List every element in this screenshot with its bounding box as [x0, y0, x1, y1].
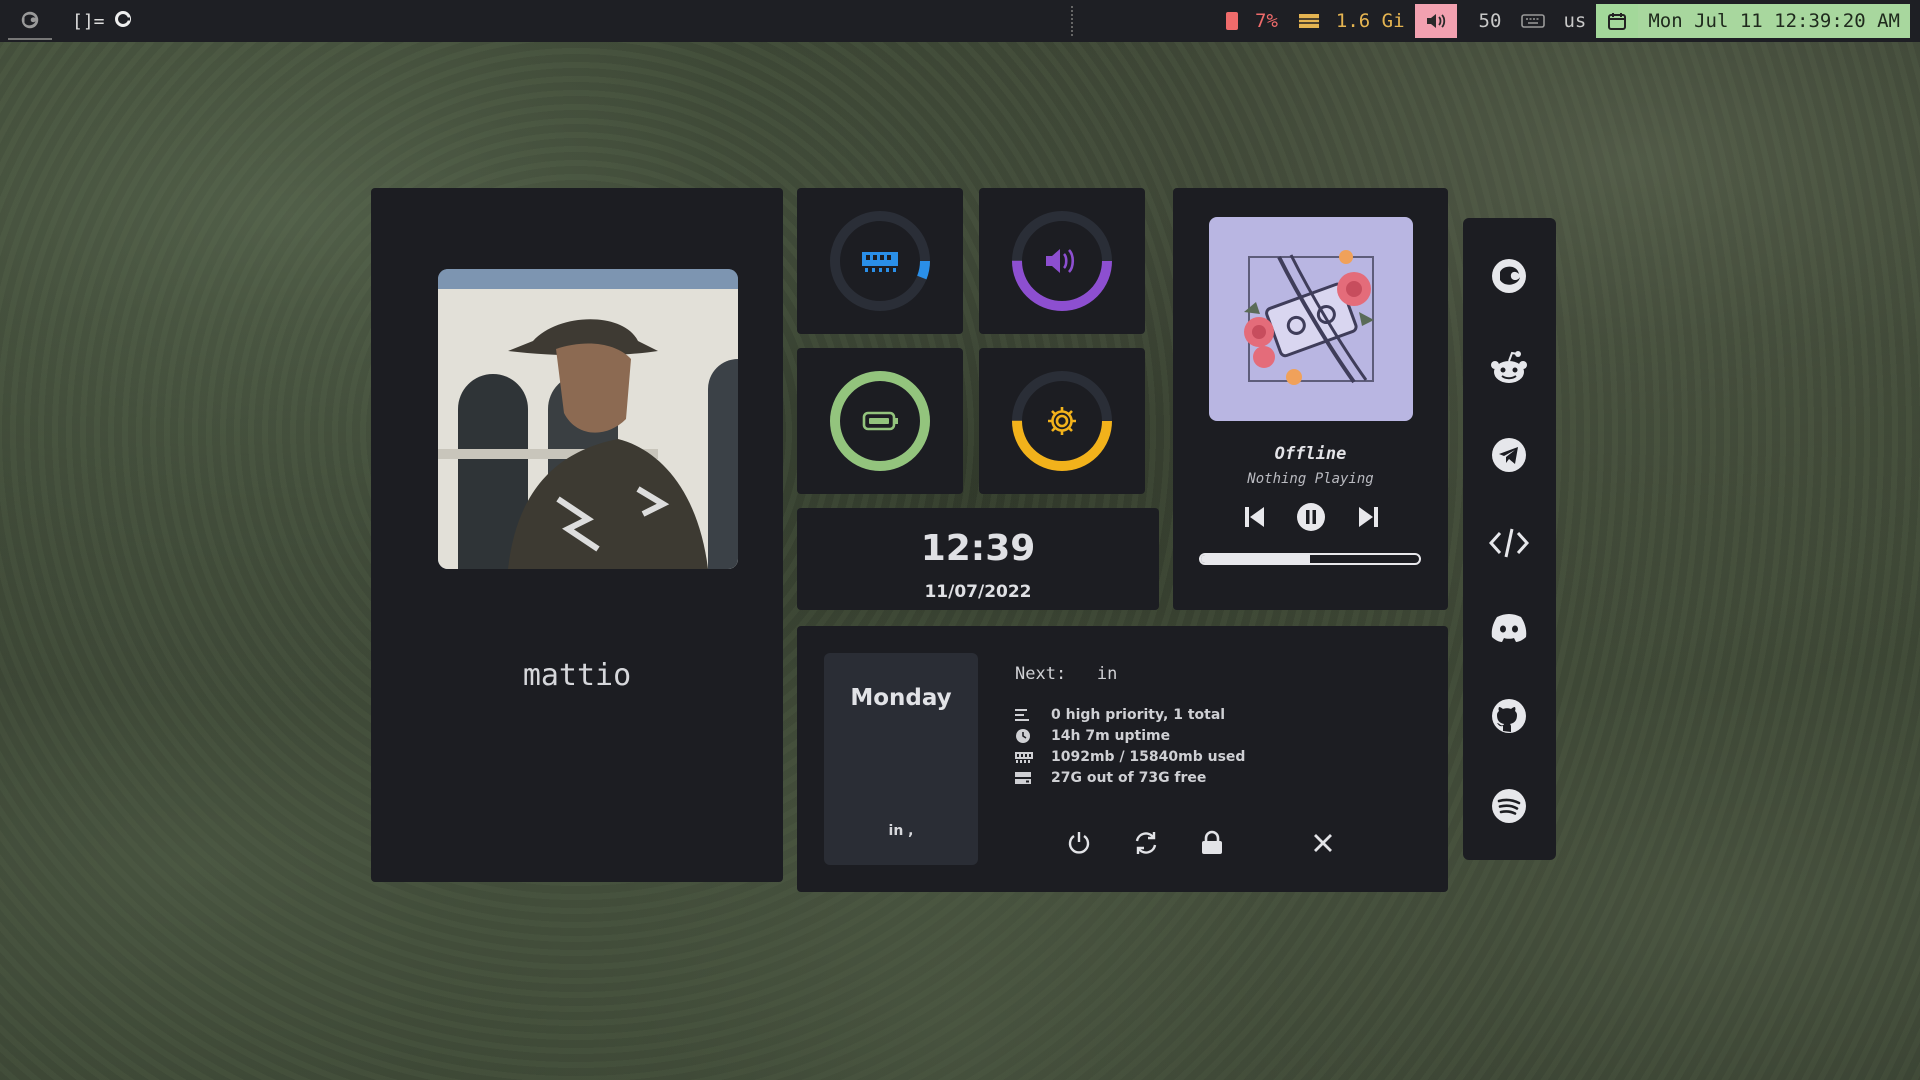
dock-discord[interactable] [1485, 604, 1533, 652]
list-icon [1015, 708, 1029, 721]
day-card: Monday in , [824, 653, 978, 865]
disk-icon [1015, 771, 1031, 784]
day-name: Monday [850, 685, 952, 711]
speaker-icon [1426, 14, 1445, 28]
keyboard-layout: us [1563, 10, 1587, 32]
speaker-icon [1046, 249, 1075, 273]
dock-telegram[interactable] [1485, 431, 1533, 479]
refresh-icon [1135, 832, 1157, 854]
telegram-icon [1492, 438, 1526, 472]
track-title: Offline [1274, 444, 1347, 464]
app-dock [1463, 218, 1556, 860]
music-player: Offline Nothing Playing [1173, 188, 1448, 610]
ram-icon [1015, 751, 1033, 763]
clock-panel: 12:39 11/07/2022 [797, 508, 1159, 610]
skip-back-icon [1245, 507, 1264, 527]
pause-icon [1297, 503, 1325, 531]
track-progress-fill [1201, 555, 1310, 563]
dock-firefox[interactable] [1485, 252, 1533, 300]
previous-track-button[interactable] [1238, 500, 1272, 534]
gear-icon [1048, 407, 1076, 435]
battery-gauge-tile [797, 348, 963, 494]
workspace-button[interactable] [8, 2, 52, 40]
cpu-icon [1226, 12, 1239, 30]
cpu-widget[interactable]: 7% [1215, 4, 1288, 38]
keyboard-icon [1521, 14, 1546, 28]
dock-reddit[interactable] [1485, 344, 1533, 392]
brightness-gauge-tile [979, 348, 1145, 494]
battery-icon [862, 411, 898, 431]
stat-tasks-text: 0 high priority, 1 total [1051, 706, 1226, 723]
reddit-icon [1491, 351, 1527, 383]
dock-github[interactable] [1485, 692, 1533, 740]
memory-usage: 1.6 Gi [1335, 10, 1405, 32]
skip-forward-icon [1359, 507, 1378, 527]
volume-gauge-tile [979, 188, 1145, 334]
volume-level[interactable]: 50 [1469, 4, 1512, 38]
volume-toggle[interactable] [1414, 4, 1457, 38]
clock-icon [1016, 728, 1030, 743]
info-panel: Monday in , Next: in 0 high priority, 1 … [797, 626, 1448, 892]
stat-tasks: 0 high priority, 1 total [1015, 704, 1245, 725]
stat-uptime: 14h 7m uptime [1015, 725, 1245, 746]
username: mattio [522, 658, 632, 693]
top-bar: []= 7% 1.6 Gi 50 us Mon Jul 11 12:39:20 … [0, 0, 1920, 42]
next-track-button[interactable] [1351, 500, 1385, 534]
reboot-button[interactable] [1129, 826, 1163, 860]
firefox-icon [1492, 259, 1526, 293]
track-progress[interactable] [1199, 553, 1421, 565]
stat-memory-text: 1092mb / 15840mb used [1051, 748, 1246, 765]
datetime-display[interactable]: Mon Jul 11 12:39:20 AM [1638, 4, 1910, 38]
ram-icon [862, 252, 898, 272]
dock-code-editor[interactable] [1485, 519, 1533, 567]
logout-button[interactable] [1306, 826, 1340, 860]
memory-widget[interactable]: 1.6 Gi [1288, 4, 1415, 38]
lock-button[interactable] [1195, 826, 1229, 860]
spotify-icon [1492, 789, 1526, 823]
firefox-icon [21, 11, 39, 29]
stat-disk-text: 27G out of 73G free [1051, 769, 1207, 786]
power-off-button[interactable] [1062, 826, 1096, 860]
power-icon [1068, 832, 1090, 854]
close-icon [1314, 834, 1332, 852]
avatar [438, 269, 738, 569]
layout-glyph-icon [114, 10, 131, 32]
day-subtext: in , [888, 823, 914, 839]
ram-gauge-tile [797, 188, 963, 334]
stat-memory: 1092mb / 15840mb used [1015, 746, 1245, 767]
bar-separator [1071, 6, 1075, 36]
stat-uptime-text: 14h 7m uptime [1051, 727, 1171, 744]
layout-indicator[interactable]: []= [72, 11, 105, 32]
dock-spotify[interactable] [1485, 782, 1533, 830]
clock-date: 11/07/2022 [924, 582, 1032, 602]
next-event: Next: in [1015, 664, 1118, 684]
keyboard-widget[interactable]: us [1511, 4, 1596, 38]
album-cover [1209, 217, 1413, 421]
lock-icon [1202, 830, 1222, 854]
profile-panel: mattio [371, 188, 783, 882]
calendar-icon [1608, 13, 1627, 30]
github-icon [1492, 699, 1526, 733]
calendar-button[interactable] [1596, 4, 1639, 38]
system-stats: 0 high priority, 1 total 14h 7m uptime 1… [1015, 704, 1245, 788]
track-artist: Nothing Playing [1247, 471, 1374, 487]
clock-time: 12:39 [920, 528, 1036, 569]
discord-icon [1491, 614, 1527, 642]
stat-disk: 27G out of 73G free [1015, 767, 1245, 788]
cpu-usage: 7% [1255, 10, 1278, 32]
code-icon [1488, 528, 1530, 558]
play-pause-button[interactable] [1294, 500, 1328, 534]
memory-icon [1298, 14, 1319, 28]
